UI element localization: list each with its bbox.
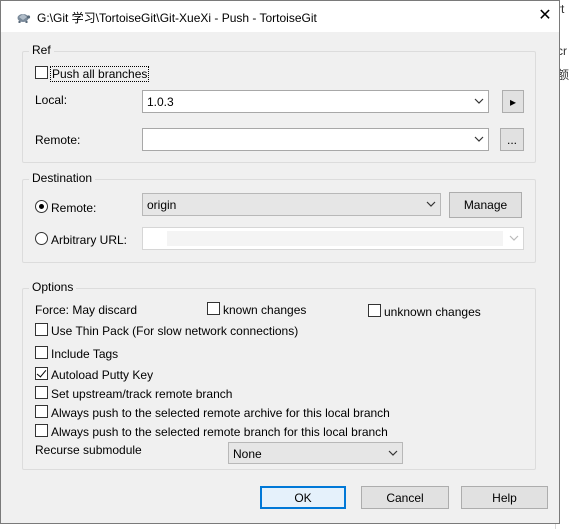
remote-radio-label[interactable]: Remote: — [51, 201, 96, 215]
recurse-submodule-select[interactable]: None — [228, 442, 403, 464]
push-branch-checkbox[interactable] — [35, 424, 48, 437]
chevron-down-icon — [426, 201, 436, 207]
remote-branch-browse-button[interactable]: ... — [500, 128, 524, 151]
ok-button-label: OK — [294, 490, 312, 505]
close-button[interactable]: ✕ — [532, 5, 558, 27]
thin-pack-label[interactable]: Use Thin Pack (For slow network connecti… — [51, 324, 298, 338]
remote-value: origin — [147, 198, 177, 212]
arbitrary-url-radio[interactable] — [35, 232, 48, 245]
autoload-putty-label[interactable]: Autoload Putty Key — [51, 368, 153, 382]
manage-button[interactable]: Manage — [449, 192, 522, 218]
arbitrary-url-label[interactable]: Arbitrary URL: — [51, 233, 127, 247]
remote-radio[interactable] — [35, 200, 48, 213]
chevron-down-icon — [388, 450, 398, 456]
chevron-down-icon — [474, 98, 484, 104]
unknown-changes-checkbox[interactable] — [368, 304, 381, 317]
recurse-submodule-label: Recurse submodule — [35, 443, 142, 457]
remote-branch-label: Remote: — [35, 133, 81, 147]
manage-button-label: Manage — [463, 198, 508, 212]
help-button-label: Help — [492, 490, 517, 505]
local-branch-arrow-button[interactable]: ▸ — [502, 90, 524, 113]
push-archive-checkbox[interactable] — [35, 405, 48, 418]
options-group-label: Options — [29, 280, 77, 294]
title-bar[interactable]: G:\Git 学习\TortoiseGit\Git-XueXi - Push -… — [1, 1, 559, 32]
recurse-submodule-value: None — [233, 447, 262, 461]
set-upstream-label[interactable]: Set upstream/track remote branch — [51, 387, 232, 401]
chevron-down-icon — [509, 235, 519, 241]
tortoise-icon — [17, 14, 31, 23]
remote-branch-select[interactable] — [142, 128, 489, 151]
thin-pack-checkbox[interactable] — [35, 323, 48, 336]
set-upstream-checkbox[interactable] — [35, 386, 48, 399]
push-branch-label[interactable]: Always push to the selected remote branc… — [51, 425, 388, 439]
chevron-down-icon — [474, 136, 484, 142]
help-button[interactable]: Help — [461, 486, 548, 509]
arbitrary-url-select[interactable] — [142, 227, 524, 250]
push-all-branches-checkbox[interactable] — [35, 66, 48, 79]
destination-group-label: Destination — [29, 171, 96, 185]
cancel-button-label: Cancel — [386, 490, 424, 505]
arbitrary-url-field — [167, 231, 503, 246]
local-label: Local: — [35, 93, 68, 107]
known-changes-label[interactable]: known changes — [223, 303, 306, 317]
autoload-putty-checkbox[interactable] — [35, 367, 48, 380]
remote-select[interactable]: origin — [142, 193, 441, 216]
ok-button[interactable]: OK — [260, 486, 346, 509]
window-title: G:\Git 学习\TortoiseGit\Git-XueXi - Push -… — [37, 11, 317, 25]
cancel-button[interactable]: Cancel — [361, 486, 449, 509]
push-all-branches-label[interactable]: Push all branches — [50, 66, 150, 82]
unknown-changes-label[interactable]: unknown changes — [384, 305, 481, 319]
include-tags-label[interactable]: Include Tags — [51, 347, 118, 361]
ref-group-label: Ref — [29, 43, 54, 57]
push-dialog: G:\Git 学习\TortoiseGit\Git-XueXi - Push -… — [0, 0, 560, 524]
local-branch-select[interactable]: 1.0.3 — [142, 90, 489, 113]
known-changes-checkbox[interactable] — [207, 302, 220, 315]
include-tags-checkbox[interactable] — [35, 346, 48, 359]
ellipsis-icon: ... — [506, 132, 517, 147]
close-icon: ✕ — [538, 7, 552, 24]
local-branch-value: 1.0.3 — [147, 95, 174, 109]
triangle-right-icon: ▸ — [509, 94, 517, 109]
force-label: Force: May discard — [35, 303, 138, 317]
push-archive-label[interactable]: Always push to the selected remote archi… — [51, 406, 390, 420]
